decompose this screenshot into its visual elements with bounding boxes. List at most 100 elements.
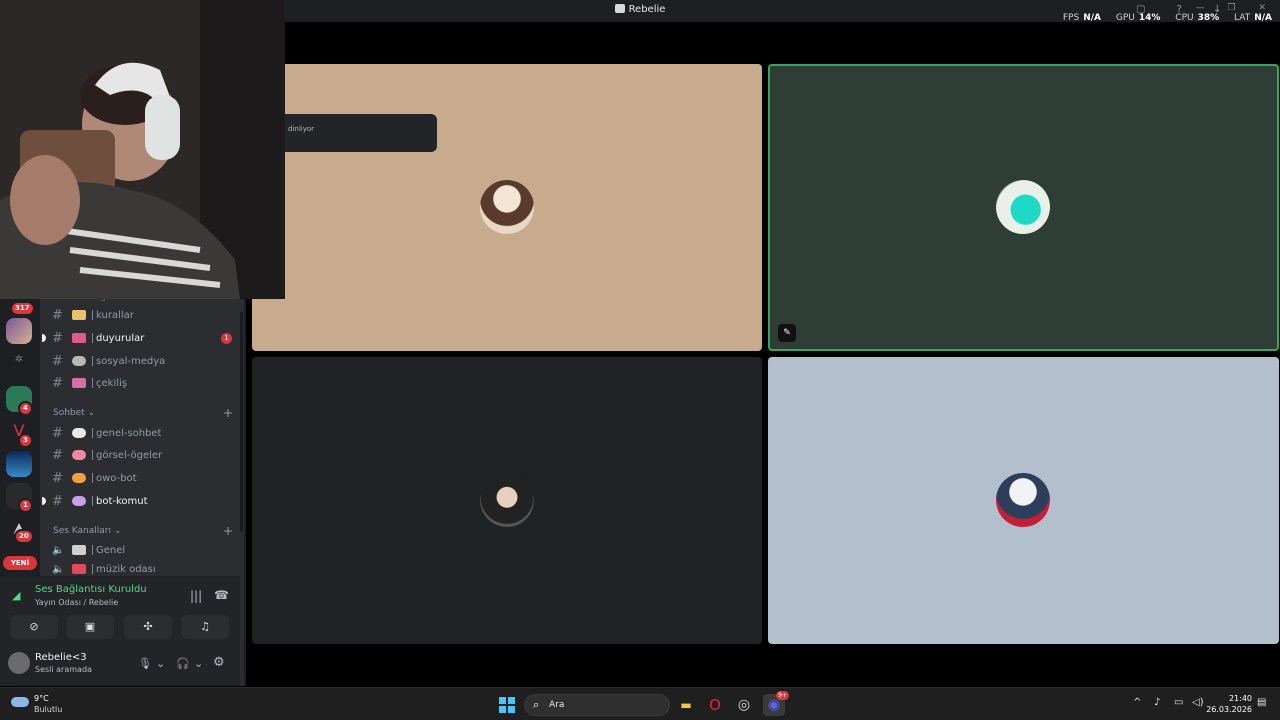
participant-avatar: [480, 180, 534, 234]
clock-date[interactable]: 26.03.2026: [1206, 705, 1252, 714]
gear-icon[interactable]: ⚙: [213, 655, 225, 670]
weather-condition[interactable]: Bulutlu: [34, 705, 62, 714]
channel-emoji-icon: [72, 378, 86, 388]
toast-text: dinliyor: [288, 125, 315, 133]
channel-emoji-icon: [72, 333, 86, 343]
channel-gorsel-ogeler[interactable]: # görsel-ögeler: [52, 446, 238, 464]
soundboard-button[interactable]: ♫: [181, 615, 229, 639]
fps-label: FPS: [1062, 13, 1080, 23]
hash-icon: #: [52, 493, 63, 509]
chevron-down-icon: ⌄: [113, 526, 122, 536]
performance-overlay: FPS N/A GPU 14% CPU 38% LAT N/A: [1063, 13, 1272, 23]
channel-genel-sohbet[interactable]: # genel-sohbet: [52, 424, 238, 442]
microphone-icon[interactable]: ♪: [1154, 697, 1160, 708]
separator: [92, 310, 93, 320]
headphones-icon[interactable]: 🎧: [176, 657, 190, 670]
separator: [92, 496, 93, 506]
file-explorer-icon[interactable]: ▬: [675, 694, 697, 716]
screen-share-button[interactable]: ▣: [66, 615, 114, 639]
video-tile-1[interactable]: [252, 64, 762, 351]
video-tile-3[interactable]: [252, 357, 762, 644]
lat-label: LAT: [1234, 13, 1251, 23]
user-status: Sesli aramada: [35, 665, 92, 674]
camera-off-button[interactable]: ⊘: [10, 615, 58, 639]
channel-emoji-icon: [72, 496, 86, 506]
separator: [92, 333, 93, 343]
disconnect-icon[interactable]: ☎: [214, 588, 229, 602]
category-name: Sohbet: [53, 408, 85, 418]
chevron-down-icon[interactable]: ⌄: [194, 657, 203, 670]
avatar[interactable]: [8, 652, 30, 674]
video-tile-4[interactable]: [768, 357, 1279, 644]
window-controls[interactable]: — ❐ ✕: [1196, 3, 1276, 13]
add-channel-icon[interactable]: +: [223, 524, 233, 538]
network-icon[interactable]: ▭: [1174, 697, 1183, 708]
cloud-icon[interactable]: [11, 697, 29, 707]
channel-duyurular[interactable]: # duyurular 1: [42, 329, 238, 347]
channel-owo-bot[interactable]: # owo-bot: [52, 469, 238, 487]
channel-sosyal-medya[interactable]: # sosyal-medya: [52, 352, 238, 370]
channel-emoji-icon: [72, 450, 86, 460]
voice-status[interactable]: Ses Bağlantısı Kuruldu: [35, 584, 147, 595]
speaker-icon: 🔈: [52, 564, 65, 575]
voice-channel-muzik-odasi[interactable]: 🔈 müzik odası: [52, 564, 238, 576]
channel-name: owo-bot: [96, 472, 137, 484]
signal-icon[interactable]: ◢: [12, 589, 20, 602]
activities-button[interactable]: ✣: [124, 615, 172, 639]
unread-badge: 4: [18, 401, 33, 416]
windows-icon: [499, 697, 515, 713]
separator: [92, 545, 93, 555]
channel-emoji-icon: [72, 564, 86, 574]
channel-cekilis[interactable]: # çekiliş: [52, 374, 238, 392]
channel-scrollbar[interactable]: [240, 312, 243, 532]
weather-temperature[interactable]: 9°C: [34, 694, 49, 703]
channel-emoji-icon: [72, 428, 86, 438]
noise-suppression-icon[interactable]: |||: [190, 589, 202, 603]
separator: [92, 428, 93, 438]
separator: [92, 450, 93, 460]
channel-name: bot-komut: [96, 495, 148, 507]
channel-name: Genel: [96, 544, 126, 556]
chevron-down-icon: ⌄: [87, 408, 96, 418]
microphone-icon[interactable]: 🎙: [138, 657, 152, 670]
tray-overflow-icon[interactable]: ^: [1133, 697, 1141, 708]
username[interactable]: Rebelie<3: [35, 652, 87, 663]
start-button[interactable]: [496, 694, 518, 716]
separator: [92, 473, 93, 483]
chat-icon[interactable]: ✎: [778, 324, 796, 342]
notification-icon[interactable]: ▤: [1257, 697, 1266, 708]
chevron-down-icon[interactable]: ⌄: [156, 657, 165, 670]
clock-time[interactable]: 21:40: [1229, 694, 1252, 703]
window-title-text: Rebelie: [628, 4, 666, 15]
video-tile-2[interactable]: [768, 64, 1279, 351]
channel-bot-komut[interactable]: # bot-komut: [42, 492, 238, 510]
add-channel-icon[interactable]: +: [223, 406, 233, 420]
discord-badge: 9+: [776, 691, 789, 700]
channel-kurallar[interactable]: # kurallar: [52, 306, 238, 324]
user-panel: Rebelie<3 Sesli aramada 🎙 ⌄ 🎧 ⌄ ⚙: [0, 646, 240, 686]
server-icon[interactable]: ✲: [6, 347, 32, 373]
unread-badge: 317: [10, 301, 35, 316]
chrome-icon[interactable]: ◎: [733, 694, 755, 716]
voice-location[interactable]: Yayın Odası / Rebelie: [35, 598, 118, 607]
unread-badge: 1: [18, 498, 33, 513]
channel-emoji-icon: [72, 473, 86, 483]
mention-badge: 1: [221, 332, 232, 344]
category-ses-kanallari[interactable]: Ses Kanalları ⌄ +: [53, 524, 233, 538]
new-badge[interactable]: YENİ: [3, 556, 37, 570]
voice-channel-genel[interactable]: 🔈 Genel: [52, 541, 238, 559]
hash-icon: #: [52, 375, 63, 391]
hash-icon: #: [52, 330, 63, 346]
discord-icon[interactable]: ◉ 9+: [763, 691, 789, 716]
opera-icon[interactable]: O: [704, 694, 726, 716]
separator: [92, 356, 93, 366]
category-name: Ses Kanalları: [53, 526, 111, 536]
taskbar-search[interactable]: ⌕ Ara: [524, 694, 670, 716]
server-icon[interactable]: [6, 451, 32, 477]
channel-emoji-icon: [72, 310, 86, 320]
category-sohbet[interactable]: Sohbet ⌄ +: [53, 406, 233, 420]
server-icon[interactable]: [6, 318, 32, 344]
cpu-label: CPU: [1175, 13, 1194, 23]
volume-icon[interactable]: ◁): [1192, 697, 1204, 708]
channel-emoji-icon: [72, 356, 86, 366]
